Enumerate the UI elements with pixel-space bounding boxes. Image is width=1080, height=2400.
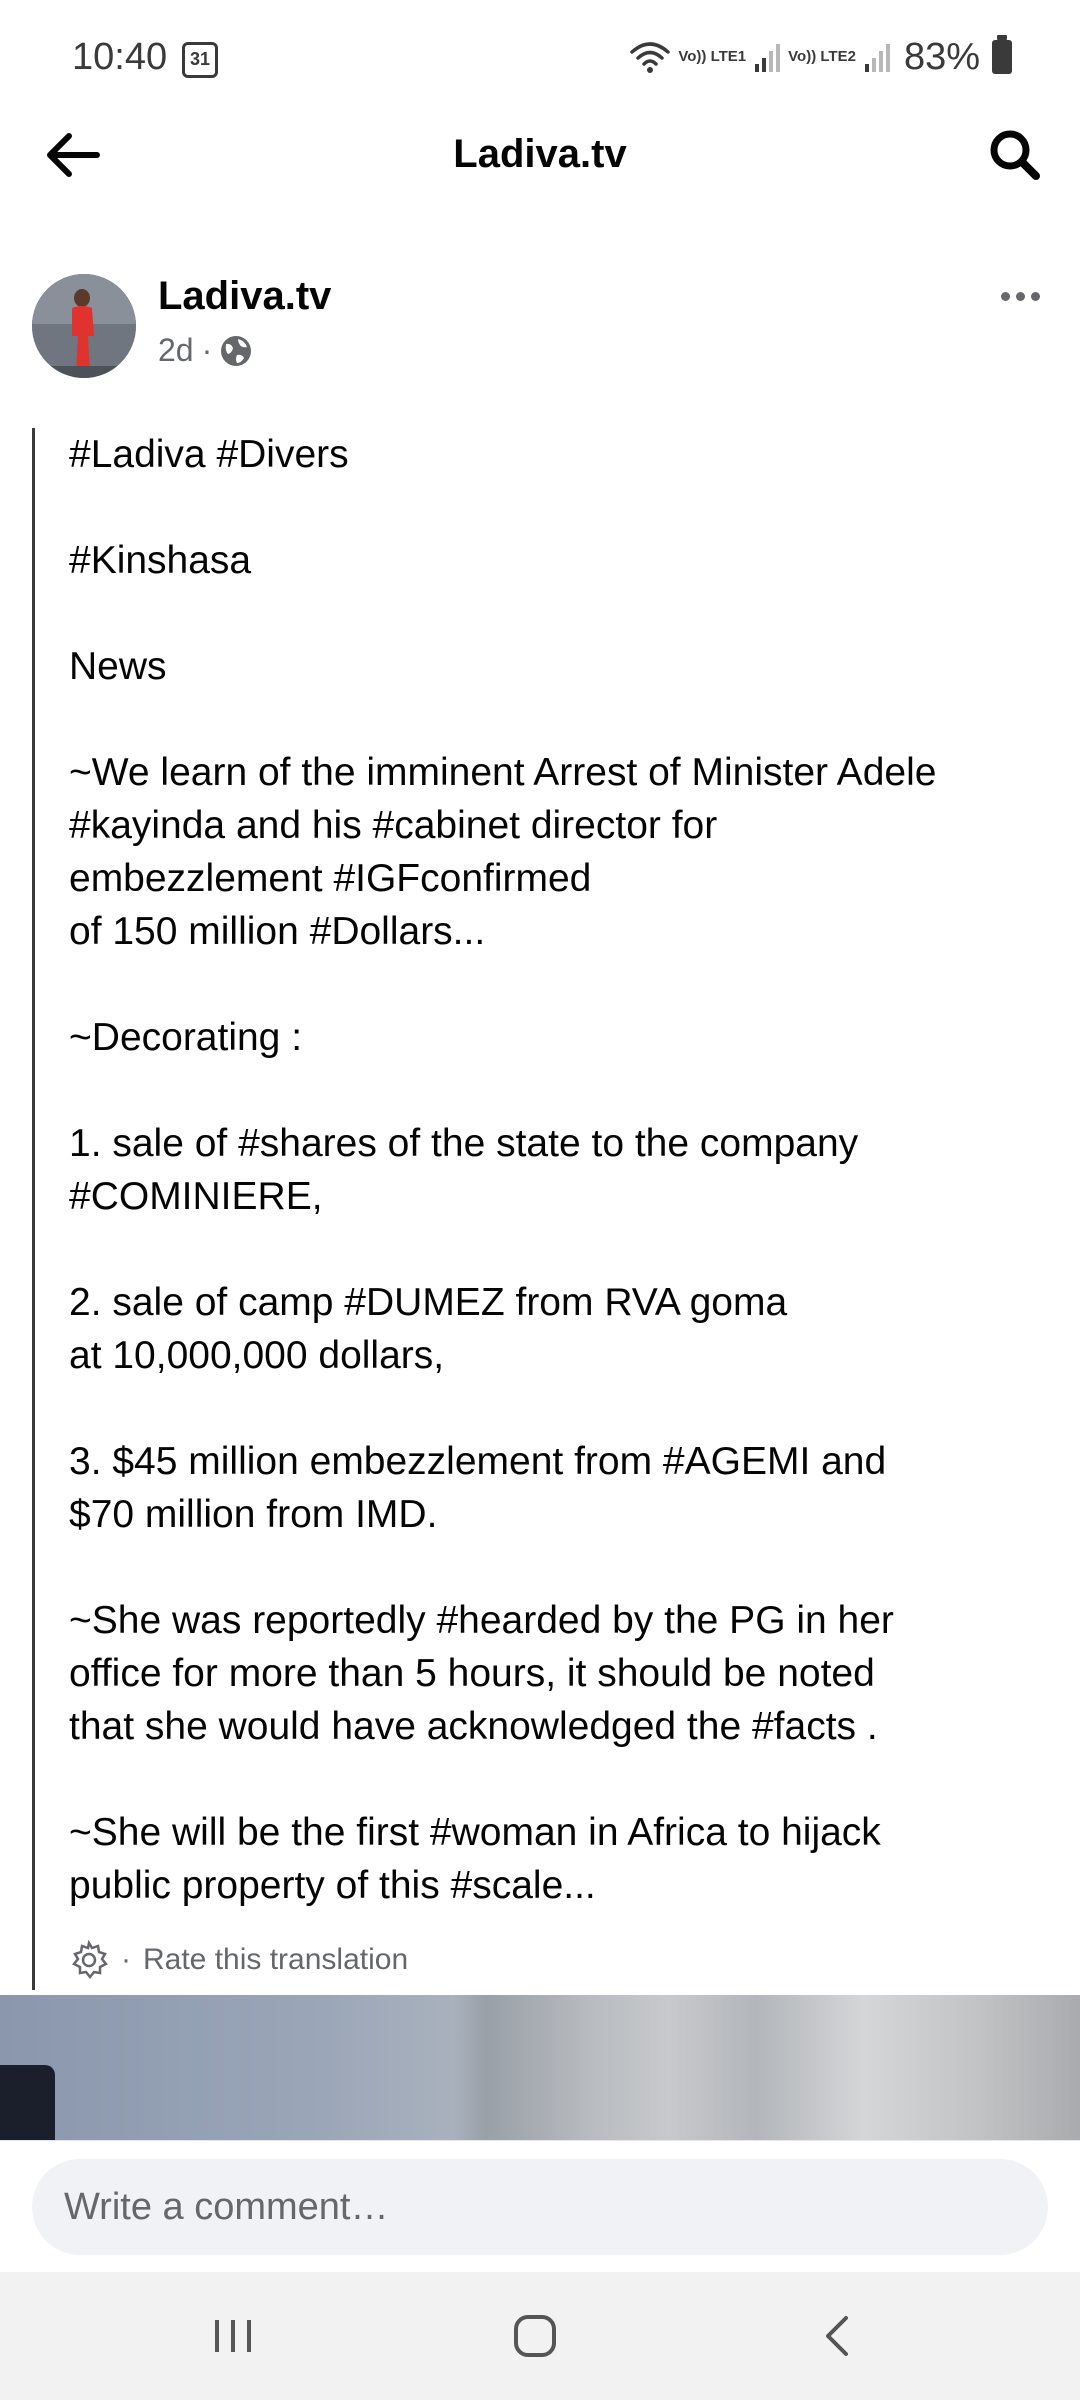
translation-rating: · Rate this translation (69, 1940, 408, 1980)
back-nav-button[interactable] (792, 2296, 882, 2376)
signal-icon (755, 44, 781, 72)
more-icon (1015, 291, 1025, 301)
search-icon (990, 130, 1040, 180)
post-header: Ladiva.tv 2d · (0, 270, 1080, 380)
post-meta: 2d · (158, 332, 252, 369)
post-paragraph: 3. $45 million embezzlement from #AGEMI … (69, 1440, 887, 1536)
avatar-image (32, 274, 136, 378)
signal-icon (864, 44, 890, 72)
recent-apps-icon (215, 2320, 251, 2352)
system-nav-bar (0, 2272, 1080, 2400)
avatar[interactable] (32, 274, 136, 378)
post-time[interactable]: 2d (158, 332, 194, 369)
status-icons: Vo)) LTE1 Vo)) LTE2 83% (630, 34, 1012, 80)
post-image[interactable] (0, 1995, 1080, 2140)
battery-icon (992, 35, 1012, 74)
meta-separator: · (201, 332, 213, 368)
post-paragraph: ~She was reportedly #hearded by the PG i… (69, 1599, 894, 1748)
status-time: 10:40 (72, 36, 168, 78)
recent-apps-button[interactable] (188, 2296, 278, 2376)
page-title: Ladiva.tv (453, 132, 627, 176)
chevron-left-icon (826, 2316, 848, 2356)
post-body: #Ladiva #Divers #Kinshasa News ~We learn… (32, 428, 1052, 1990)
more-options-button[interactable] (990, 276, 1050, 316)
post-paragraph: ~We learn of the imminent Arrest of Mini… (69, 751, 937, 953)
post-paragraph: ~Decorating : (69, 1016, 303, 1059)
post-paragraph: 1. sale of #shares of the state to the c… (69, 1122, 859, 1218)
gear-icon[interactable] (69, 1940, 109, 1980)
home-icon (514, 2315, 556, 2357)
comment-input[interactable]: Write a comment… (32, 2159, 1048, 2255)
post-paragraph: #Ladiva #Divers (69, 433, 349, 476)
home-button[interactable] (490, 2296, 580, 2376)
post-author[interactable]: Ladiva.tv (158, 274, 331, 319)
post-paragraph: #Kinshasa (69, 539, 252, 582)
more-icon (1000, 291, 1010, 301)
calendar-icon: 31 (182, 42, 218, 78)
rate-translation-link[interactable]: Rate this translation (143, 1943, 408, 1977)
post-image-detail (0, 2065, 55, 2140)
wifi-icon (630, 42, 671, 73)
post-paragraph: 2. sale of camp #DUMEZ from RVA goma at … (69, 1281, 788, 1377)
search-button[interactable] (980, 120, 1050, 190)
battery-percent: 83% (903, 35, 980, 78)
sim2-label: Vo)) LTE2 (788, 48, 856, 65)
translation-separator: · (121, 1943, 131, 1976)
more-icon (1030, 291, 1040, 301)
globe-icon (221, 335, 252, 366)
app-header: Ladiva.tv (0, 118, 1080, 238)
status-bar: 10:40 31 Vo)) LTE1 Vo)) LTE2 83% (0, 0, 1080, 118)
post-paragraph: ~She will be the first #woman in Africa … (69, 1811, 881, 1907)
comment-bar: Write a comment… (0, 2140, 1080, 2272)
sim1-label: Vo)) LTE1 (678, 48, 747, 65)
post-paragraph: News (69, 645, 167, 688)
